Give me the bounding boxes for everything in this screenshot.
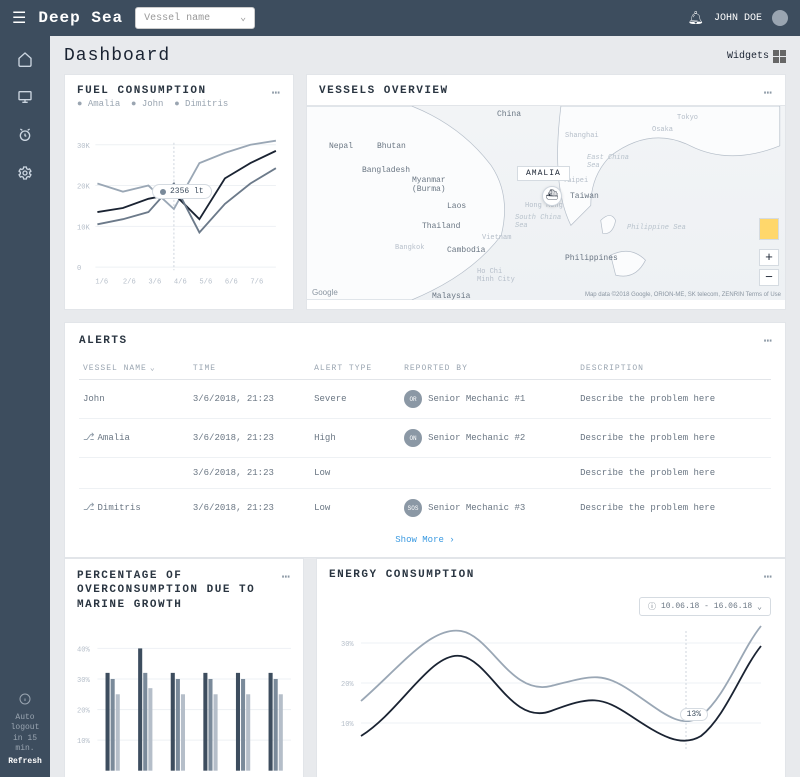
chevron-down-icon: ⌄ [240,12,246,24]
fuel-legend: ● Amalia ● John ● Dimitris [77,99,281,109]
th-vessel[interactable]: VESSEL NAME ⌄ [79,357,189,380]
over-title: PERCENTAGE OF OVERCONSUMPTION DUE TO MAR… [77,569,257,612]
alerts-more-icon[interactable]: ⋯ [764,333,773,350]
chevron-right-icon: › [449,535,454,545]
chevron-down-icon: ⌄ [150,363,156,373]
map-more-icon[interactable]: ⋯ [764,85,773,102]
map-title: VESSELS OVERVIEW [319,85,773,97]
home-icon[interactable] [17,51,33,67]
fuel-tooltip: 2356 lt [152,184,212,199]
fuel-more-icon[interactable]: ⋯ [272,85,281,102]
menu-icon[interactable]: ☰ [12,8,26,28]
clock-icon: ⓘ [648,601,656,612]
th-reported[interactable]: REPORTED BY [400,357,576,380]
vessel-pin-label: AMALIA [517,166,570,181]
table-row[interactable]: 3/6/2018, 21:23LowDescribe the problem h… [79,458,771,489]
show-more-button[interactable]: Show More › [79,535,771,545]
info-icon[interactable] [19,693,31,705]
avatar[interactable] [772,10,788,26]
reporter-badge: ON [404,429,422,447]
table-row[interactable]: John3/6/2018, 21:23SevereORSenior Mechan… [79,380,771,419]
energy-more-icon[interactable]: ⋯ [764,569,773,586]
svg-text:3/6: 3/6 [148,278,161,286]
map-logo: Google [312,288,338,297]
svg-text:10K: 10K [77,224,91,232]
user-name: JOHN DOE [714,13,762,24]
logout-msg-1: Auto logout [4,713,46,734]
alerts-card: ALERTS ⋯ VESSEL NAME ⌄ TIME ALERT TYPE R… [64,322,786,558]
bell-icon[interactable]: 🔔︎ [687,11,704,26]
energy-tooltip: 13% [680,708,708,721]
energy-card: ENERGY CONSUMPTION ⋯ ⓘ 10.06.18 - 16.06.… [316,558,786,777]
svg-text:10%: 10% [341,721,354,729]
page-title: Dashboard [64,46,170,66]
alerts-title: ALERTS [79,335,771,347]
branch-icon: ⎇ [83,503,95,514]
svg-text:0: 0 [77,265,81,273]
energy-title: ENERGY CONSUMPTION [329,569,773,581]
map-zoom-out[interactable]: − [759,269,779,286]
map-pegman-icon[interactable] [759,218,779,240]
fuel-title: FUEL CONSUMPTION [77,85,281,97]
th-desc[interactable]: DESCRIPTION [576,357,771,380]
map-card: VESSELS OVERVIEW ⋯ China Nepal Bhutan Ba… [306,74,786,310]
logout-msg-2: in 15 min. [4,734,46,755]
table-row[interactable]: ⎇Dimitris3/6/2018, 21:23LowSOSSenior Mec… [79,489,771,528]
branch-icon: ⎇ [83,433,95,444]
date-range-picker[interactable]: ⓘ 10.06.18 - 16.06.18 ⌄ [639,597,771,616]
svg-text:10%: 10% [77,738,91,746]
th-time[interactable]: TIME [189,357,310,380]
alarm-icon[interactable] [17,127,33,143]
svg-text:4/6: 4/6 [174,278,187,286]
widgets-label: Widgets [727,51,769,62]
vessel-select-placeholder: Vessel name [144,13,210,24]
svg-text:40%: 40% [77,646,91,654]
svg-text:30%: 30% [341,641,354,649]
svg-text:7/6: 7/6 [250,278,263,286]
svg-text:1/6: 1/6 [95,278,108,286]
refresh-button[interactable]: Refresh [4,757,46,767]
app-header: ☰ Deep Sea Vessel name ⌄ 🔔︎ JOHN DOE [0,0,800,36]
svg-text:2/6: 2/6 [123,278,136,286]
energy-chart: 30% 20% 10% 13% [329,616,773,766]
vessel-pin[interactable]: ⛴︎ [542,186,562,206]
vessel-select[interactable]: Vessel name ⌄ [135,7,255,29]
gear-icon[interactable] [17,165,33,181]
map[interactable]: China Nepal Bhutan Bangladesh Myanmar (B… [307,105,785,300]
widgets-button[interactable]: Widgets [727,50,786,63]
brand-label: Deep Sea [38,9,123,27]
reporter-badge: OR [404,390,422,408]
svg-text:30%: 30% [77,677,91,685]
overconsumption-card: PERCENTAGE OF OVERCONSUMPTION DUE TO MAR… [64,558,304,777]
map-zoom-in[interactable]: + [759,249,779,266]
svg-text:20%: 20% [77,708,91,716]
svg-text:30K: 30K [77,143,91,151]
over-chart: 40% 30% 20% 10% [77,626,291,776]
chevron-down-icon: ⌄ [757,602,762,612]
map-credit: Map data ©2018 Google, ORION-ME, SK tele… [585,292,781,298]
monitor-icon[interactable] [17,89,33,105]
table-row[interactable]: ⎇Amalia3/6/2018, 21:23HighONSenior Mecha… [79,419,771,458]
reporter-badge: SOS [404,499,422,517]
fuel-card: FUEL CONSUMPTION ● Amalia ● John ● Dimit… [64,74,294,310]
alerts-table: VESSEL NAME ⌄ TIME ALERT TYPE REPORTED B… [79,357,771,527]
svg-text:6/6: 6/6 [225,278,238,286]
th-type[interactable]: ALERT TYPE [310,357,400,380]
main-content: Dashboard Widgets FUEL CONSUMPTION ● Ama… [50,36,800,777]
fuel-chart: 30K 20K 10K 0 [77,119,281,299]
sidebar-footer: Auto logout in 15 min. Refresh [0,693,50,777]
svg-text:20%: 20% [341,681,354,689]
over-more-icon[interactable]: ⋯ [282,569,291,586]
svg-text:5/6: 5/6 [199,278,212,286]
sidebar: Auto logout in 15 min. Refresh [0,36,50,777]
svg-text:20K: 20K [77,184,91,192]
grid-icon [773,50,786,63]
